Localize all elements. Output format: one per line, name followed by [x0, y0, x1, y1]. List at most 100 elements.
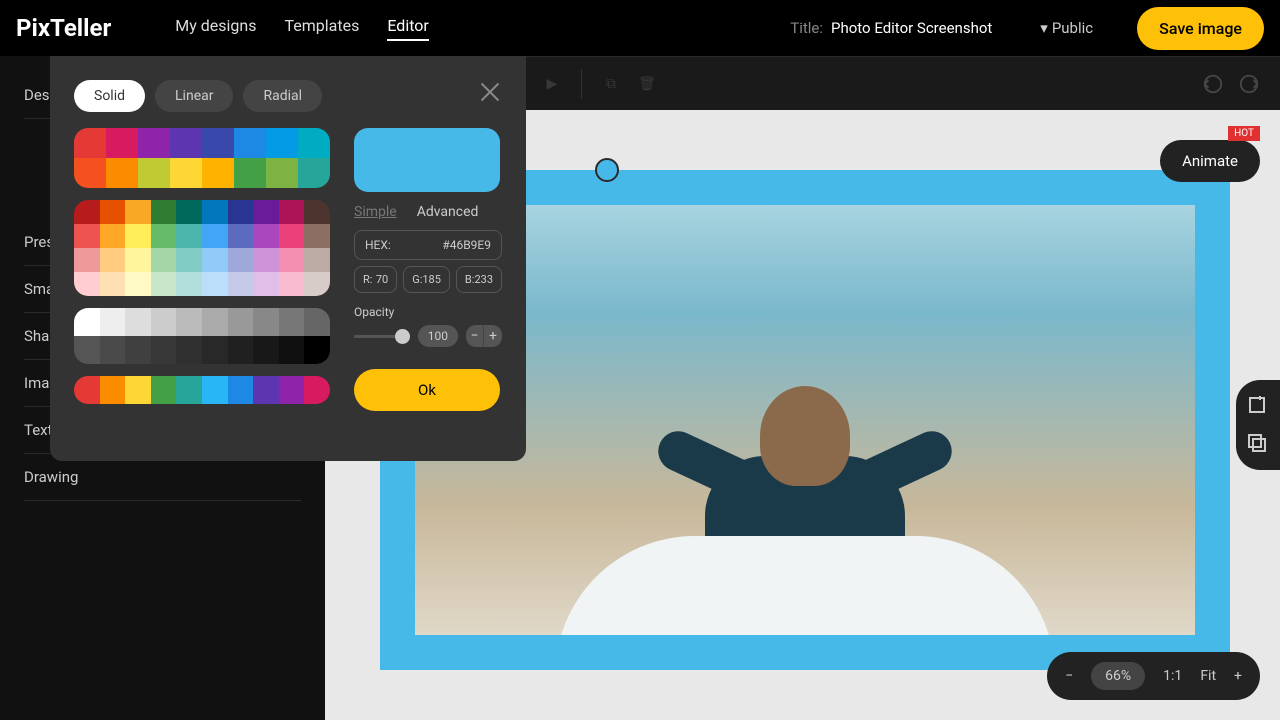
swatch[interactable]: [228, 248, 254, 272]
swatch[interactable]: [74, 272, 100, 296]
flip-v-icon[interactable]: ▶: [541, 73, 563, 95]
swatch[interactable]: [74, 158, 106, 188]
swatch[interactable]: [253, 200, 279, 224]
swatch[interactable]: [202, 272, 228, 296]
swatch[interactable]: [100, 336, 126, 364]
swatch[interactable]: [202, 308, 228, 336]
zoom-fit[interactable]: Fit: [1200, 668, 1216, 684]
ok-button[interactable]: Ok: [354, 369, 500, 411]
swatch[interactable]: [304, 200, 330, 224]
swatch[interactable]: [138, 128, 170, 158]
swatch[interactable]: [279, 308, 305, 336]
swatch[interactable]: [125, 200, 151, 224]
swatch[interactable]: [279, 272, 305, 296]
swatch[interactable]: [74, 200, 100, 224]
swatch[interactable]: [138, 158, 170, 188]
swatch[interactable]: [151, 308, 177, 336]
swatch[interactable]: [279, 224, 305, 248]
visibility-toggle[interactable]: ▾ Public: [1040, 19, 1093, 37]
nav-editor[interactable]: Editor: [387, 16, 428, 41]
swatch[interactable]: [279, 248, 305, 272]
swatch[interactable]: [266, 128, 298, 158]
swatch[interactable]: [304, 224, 330, 248]
swatch[interactable]: [125, 308, 151, 336]
swatch[interactable]: [100, 272, 126, 296]
swatch[interactable]: [74, 224, 100, 248]
swatch[interactable]: [228, 376, 254, 404]
swatch[interactable]: [151, 248, 177, 272]
swatch[interactable]: [100, 200, 126, 224]
history-redo-icon[interactable]: [1238, 73, 1260, 95]
tab-linear[interactable]: Linear: [155, 80, 233, 112]
swatch[interactable]: [234, 158, 266, 188]
copy-layer-icon[interactable]: [1246, 432, 1270, 456]
swatch[interactable]: [100, 308, 126, 336]
duplicate-icon[interactable]: ⧉: [600, 73, 622, 95]
swatch[interactable]: [100, 376, 126, 404]
swatch[interactable]: [125, 224, 151, 248]
close-icon[interactable]: [478, 80, 502, 104]
mode-advanced[interactable]: Advanced: [417, 204, 479, 220]
save-button[interactable]: Save image: [1137, 7, 1264, 50]
swatch[interactable]: [279, 376, 305, 404]
swatch[interactable]: [228, 224, 254, 248]
opacity-plus[interactable]: +: [484, 325, 502, 347]
swatch[interactable]: [176, 224, 202, 248]
swatch[interactable]: [176, 376, 202, 404]
swatch[interactable]: [298, 128, 330, 158]
swatch[interactable]: [202, 200, 228, 224]
swatch[interactable]: [106, 128, 138, 158]
swatch[interactable]: [253, 308, 279, 336]
swatch[interactable]: [253, 272, 279, 296]
sidebar-item[interactable]: Drawing: [24, 454, 301, 501]
swatch[interactable]: [266, 158, 298, 188]
swatch[interactable]: [304, 272, 330, 296]
swatch[interactable]: [176, 248, 202, 272]
mode-simple[interactable]: Simple: [354, 204, 397, 220]
g-input[interactable]: G:185: [403, 266, 450, 293]
swatch[interactable]: [234, 128, 266, 158]
swatch[interactable]: [176, 308, 202, 336]
rotate-handle[interactable]: [595, 158, 619, 182]
swatch[interactable]: [125, 248, 151, 272]
swatch[interactable]: [151, 272, 177, 296]
swatch[interactable]: [253, 336, 279, 364]
history-undo-icon[interactable]: [1202, 73, 1224, 95]
swatch[interactable]: [202, 376, 228, 404]
opacity-minus[interactable]: −: [466, 325, 484, 347]
swatch[interactable]: [298, 158, 330, 188]
swatch[interactable]: [151, 200, 177, 224]
tab-radial[interactable]: Radial: [243, 80, 322, 112]
nav-templates[interactable]: Templates: [285, 16, 360, 41]
swatch[interactable]: [202, 128, 234, 158]
swatch[interactable]: [176, 200, 202, 224]
swatch[interactable]: [151, 224, 177, 248]
swatch[interactable]: [125, 336, 151, 364]
add-layer-icon[interactable]: [1246, 394, 1270, 418]
swatch[interactable]: [100, 224, 126, 248]
swatch[interactable]: [304, 248, 330, 272]
swatch[interactable]: [279, 336, 305, 364]
swatch[interactable]: [170, 158, 202, 188]
swatch[interactable]: [170, 128, 202, 158]
swatch[interactable]: [151, 376, 177, 404]
swatch[interactable]: [304, 308, 330, 336]
swatch[interactable]: [74, 376, 100, 404]
swatch[interactable]: [228, 308, 254, 336]
swatch[interactable]: [176, 272, 202, 296]
swatch[interactable]: [253, 248, 279, 272]
swatch[interactable]: [202, 248, 228, 272]
swatch[interactable]: [228, 272, 254, 296]
swatch[interactable]: [74, 336, 100, 364]
zoom-out[interactable]: −: [1065, 668, 1073, 684]
swatch[interactable]: [228, 336, 254, 364]
swatch[interactable]: [74, 248, 100, 272]
swatch[interactable]: [304, 376, 330, 404]
swatch[interactable]: [228, 200, 254, 224]
swatch[interactable]: [253, 376, 279, 404]
swatch[interactable]: [176, 336, 202, 364]
zoom-in[interactable]: +: [1234, 668, 1242, 684]
delete-icon[interactable]: 🗑: [636, 73, 658, 95]
swatch[interactable]: [304, 336, 330, 364]
swatch[interactable]: [125, 272, 151, 296]
